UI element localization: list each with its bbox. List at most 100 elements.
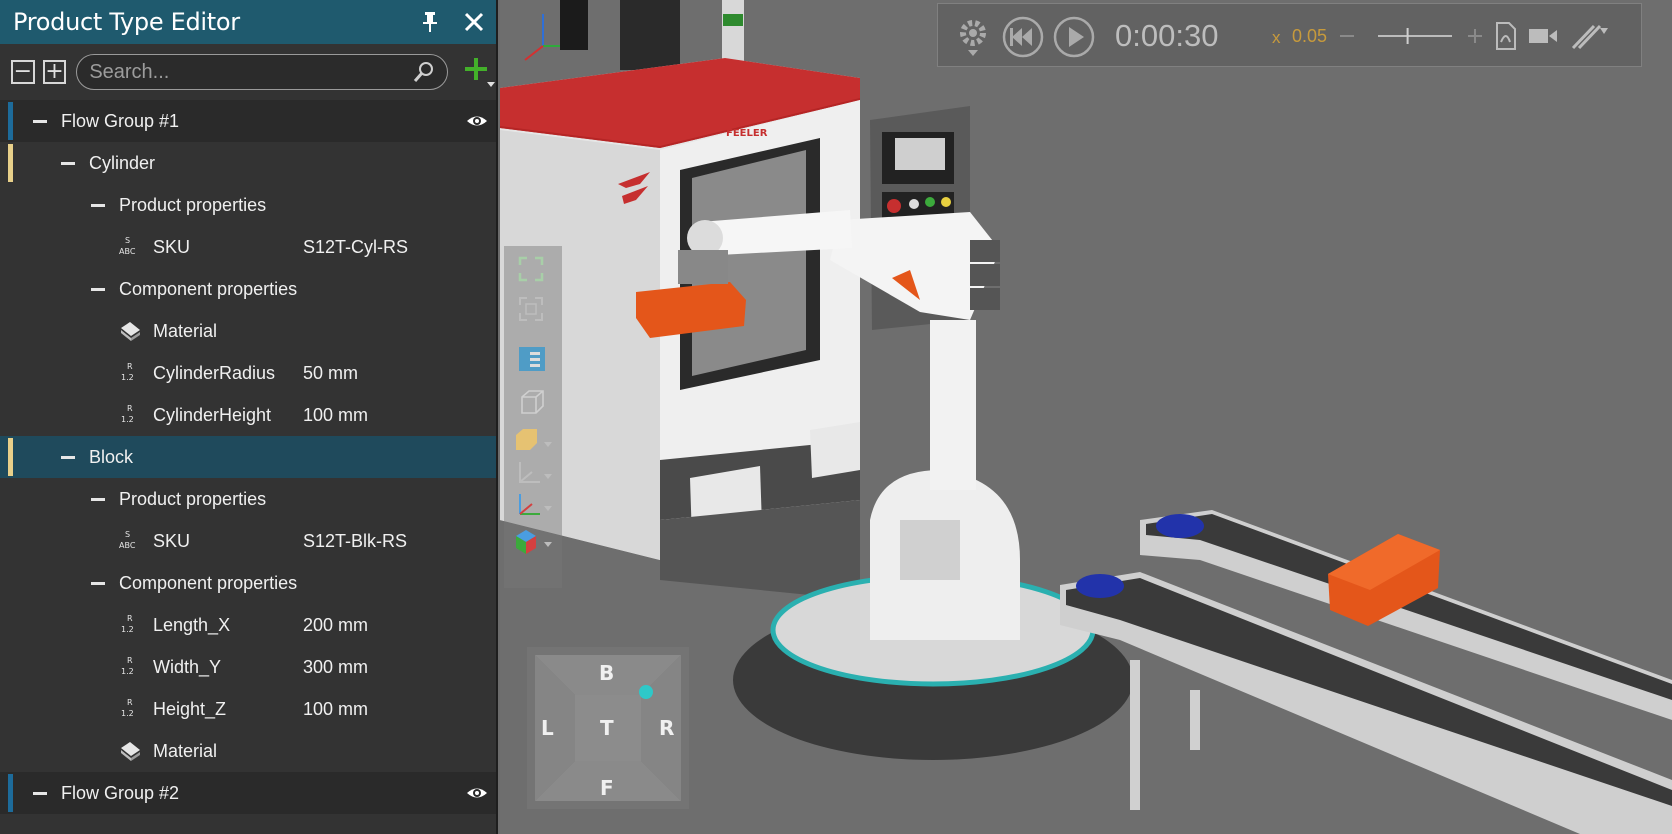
real-property-icon: R 1.2 bbox=[121, 404, 134, 424]
tree-row-cylinder-height[interactable]: R 1.2 CylinderHeight 100 mm bbox=[0, 394, 496, 436]
tree-row-length-x[interactable]: R 1.2 Length_X 200 mm bbox=[0, 604, 496, 646]
plus-green-icon bbox=[464, 58, 495, 87]
speed-prefix: x bbox=[1272, 28, 1281, 47]
svg-text:1.2: 1.2 bbox=[121, 373, 134, 382]
rewind-icon[interactable] bbox=[1002, 16, 1044, 58]
coordinate-frame-dropdown-icon[interactable] bbox=[514, 458, 554, 488]
material-icon bbox=[121, 742, 140, 761]
string-property-icon: S ABC bbox=[119, 236, 136, 256]
tree-label: Width_Y bbox=[153, 656, 222, 677]
tree-label: Product properties bbox=[119, 194, 267, 215]
view-tools-strip bbox=[504, 246, 562, 588]
search-icon bbox=[413, 62, 433, 82]
pin-button[interactable] bbox=[408, 0, 452, 44]
simulation-time: 0:00:30 bbox=[1115, 18, 1219, 53]
tree-label: Flow Group #2 bbox=[61, 782, 180, 803]
collapse-toggle[interactable] bbox=[91, 204, 105, 207]
navcube-front[interactable]: F bbox=[600, 776, 614, 800]
navcube-back[interactable]: B bbox=[599, 661, 614, 685]
statistics-icon[interactable] bbox=[1570, 22, 1610, 50]
expand-all-button[interactable]: + bbox=[42, 60, 67, 84]
tree-row-product-properties[interactable]: Product properties bbox=[0, 478, 496, 520]
property-value[interactable]: S12T-Blk-RS bbox=[303, 531, 407, 552]
svg-text:ABC: ABC bbox=[119, 541, 136, 550]
speed-increase-icon[interactable] bbox=[1474, 29, 1476, 43]
speed-slider[interactable] bbox=[1340, 26, 1490, 46]
axes-dropdown-icon[interactable] bbox=[514, 490, 554, 520]
tree-row-width-y[interactable]: R 1.2 Width_Y 300 mm bbox=[0, 646, 496, 688]
close-button[interactable] bbox=[452, 0, 496, 44]
tree-row-material[interactable]: Material bbox=[0, 730, 496, 772]
tree-row-product-properties[interactable]: Product properties bbox=[0, 184, 496, 226]
product-type-editor-panel: Product Type Editor − + Search... Flow G… bbox=[0, 0, 498, 834]
collapse-toggle[interactable] bbox=[91, 582, 105, 585]
collapse-all-button[interactable]: − bbox=[11, 60, 35, 84]
tree-row-cylinder-radius[interactable]: R 1.2 CylinderRadius 50 mm bbox=[0, 352, 496, 394]
svg-text:R: R bbox=[127, 614, 133, 623]
property-value[interactable]: S12T-Cyl-RS bbox=[303, 237, 408, 258]
navigation-cube[interactable]: B L T R F bbox=[527, 647, 689, 809]
tree-label: CylinderRadius bbox=[153, 362, 276, 383]
tree-label: Component properties bbox=[119, 572, 298, 593]
tree-label: Material bbox=[153, 740, 218, 761]
collapse-toggle[interactable] bbox=[61, 162, 75, 165]
real-property-icon: R 1.2 bbox=[121, 614, 134, 634]
playback-toolbar: 0:00:30 x 0.05 bbox=[937, 3, 1642, 67]
string-property-icon: S ABC bbox=[119, 530, 136, 550]
collapse-toggle[interactable] bbox=[91, 288, 105, 291]
pdf-export-icon[interactable] bbox=[1494, 22, 1518, 50]
navcube-top[interactable]: T bbox=[600, 716, 614, 740]
search-box bbox=[76, 54, 448, 90]
close-icon bbox=[464, 12, 484, 32]
collapse-toggle[interactable] bbox=[33, 120, 47, 123]
svg-text:R: R bbox=[127, 404, 133, 413]
box-view-dropdown-icon[interactable] bbox=[514, 426, 554, 456]
property-value[interactable]: 50 mm bbox=[303, 363, 358, 384]
speed-slider-thumb[interactable] bbox=[1406, 28, 1409, 44]
tree-row-cylinder[interactable]: Cylinder bbox=[0, 142, 496, 184]
add-product-type-button[interactable] bbox=[462, 52, 496, 92]
eye-icon[interactable] bbox=[466, 782, 488, 804]
tree-row-height-z[interactable]: R 1.2 Height_Z 100 mm bbox=[0, 688, 496, 730]
tree-row-block[interactable]: Block bbox=[0, 436, 496, 478]
view-corner-indicator bbox=[639, 685, 653, 699]
tree-label: Cylinder bbox=[89, 152, 156, 173]
tree-label: CylinderHeight bbox=[153, 404, 272, 425]
render-mode-icon[interactable] bbox=[518, 346, 546, 372]
property-value[interactable]: 200 mm bbox=[303, 615, 368, 636]
property-value[interactable]: 100 mm bbox=[303, 699, 368, 720]
app-root: Product Type Editor − + Search... Flow G… bbox=[0, 0, 1672, 834]
eye-icon[interactable] bbox=[466, 110, 488, 132]
tree-row-component-properties[interactable]: Component properties bbox=[0, 268, 496, 310]
collapse-toggle[interactable] bbox=[91, 498, 105, 501]
fit-selection-icon[interactable] bbox=[518, 296, 544, 322]
tree-row-sku[interactable]: S ABC SKU S12T-Cyl-RS bbox=[0, 226, 496, 268]
search-input[interactable] bbox=[77, 60, 408, 84]
video-camera-icon[interactable] bbox=[1528, 26, 1558, 46]
property-value[interactable]: 100 mm bbox=[303, 405, 368, 426]
svg-text:ABC: ABC bbox=[119, 247, 136, 256]
tree-label: SKU bbox=[153, 236, 191, 257]
wireframe-cube-icon[interactable] bbox=[518, 388, 546, 416]
tree-row-flow-group-1[interactable]: Flow Group #1 bbox=[0, 100, 496, 142]
tree-label: Block bbox=[89, 446, 134, 467]
color-cube-dropdown-icon[interactable] bbox=[514, 528, 554, 558]
fit-all-icon[interactable] bbox=[518, 256, 544, 282]
real-property-icon: R 1.2 bbox=[121, 362, 134, 382]
tree-row-flow-group-2[interactable]: Flow Group #2 bbox=[0, 772, 496, 814]
tree-row-component-properties[interactable]: Component properties bbox=[0, 562, 496, 604]
navcube-right[interactable]: R bbox=[659, 716, 674, 740]
navcube-left[interactable]: L bbox=[541, 716, 554, 740]
collapse-toggle[interactable] bbox=[33, 792, 47, 795]
3d-viewport[interactable]: FEELER 0:00:30 x 0.05 B L T R F bbox=[500, 0, 1672, 834]
svg-text:R: R bbox=[127, 698, 133, 707]
tree-row-material[interactable]: Material bbox=[0, 310, 496, 352]
gear-icon[interactable] bbox=[958, 18, 988, 58]
property-value[interactable]: 300 mm bbox=[303, 657, 368, 678]
svg-text:1.2: 1.2 bbox=[121, 415, 134, 424]
collapse-toggle[interactable] bbox=[61, 456, 75, 459]
tree-label: Length_X bbox=[153, 614, 231, 635]
play-icon[interactable] bbox=[1053, 16, 1095, 58]
tree-row-sku[interactable]: S ABC SKU S12T-Blk-RS bbox=[0, 520, 496, 562]
speed-decrease-icon[interactable] bbox=[1340, 35, 1354, 37]
